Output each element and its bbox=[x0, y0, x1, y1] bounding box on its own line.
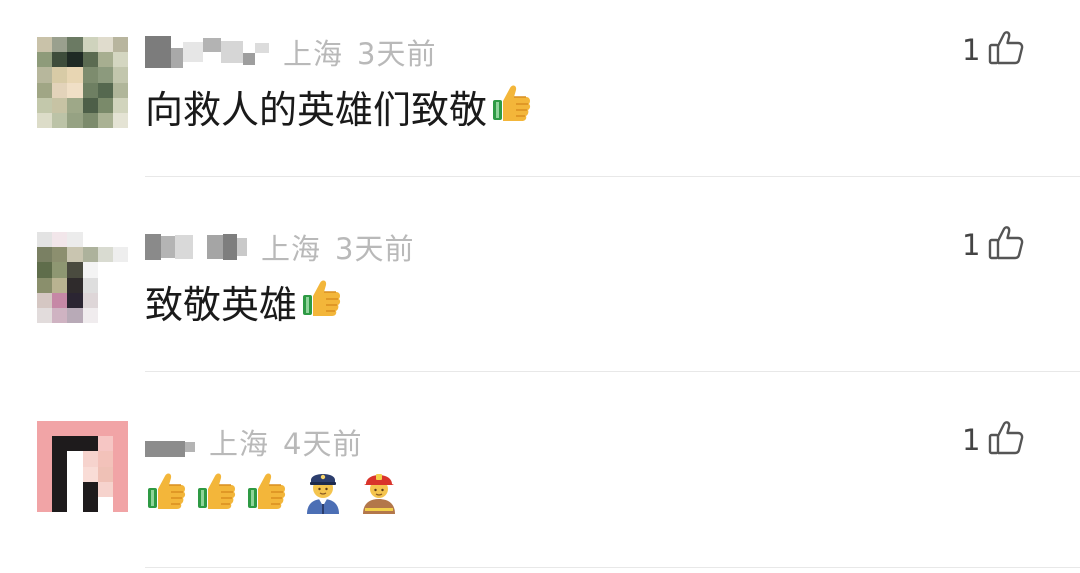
comment-item: 上海 4天前 1 bbox=[0, 390, 1080, 573]
comment-time: 4天前 bbox=[283, 427, 363, 461]
username-redacted[interactable] bbox=[145, 32, 269, 72]
avatar[interactable] bbox=[37, 232, 128, 323]
firefighter-icon bbox=[357, 466, 401, 523]
like-thumb-icon bbox=[988, 420, 1024, 460]
like-thumb-icon bbox=[988, 30, 1024, 70]
comment-text-content: 向救人的英雄们致敬 bbox=[145, 87, 488, 132]
like-button[interactable]: 1 bbox=[962, 28, 1024, 72]
comment-location: 上海 bbox=[261, 232, 322, 266]
police-officer-icon bbox=[301, 466, 345, 523]
like-count: 1 bbox=[962, 423, 981, 457]
divider bbox=[145, 371, 1080, 372]
avatar[interactable] bbox=[37, 37, 128, 128]
like-count: 1 bbox=[962, 228, 981, 262]
username-redacted[interactable] bbox=[145, 422, 195, 462]
comment-meta: 上海 4天前 bbox=[145, 422, 362, 462]
comment-location: 上海 bbox=[209, 427, 270, 461]
thumbs-up-icon bbox=[245, 468, 289, 521]
thumbs-up-icon bbox=[490, 80, 534, 133]
comment-time: 3天前 bbox=[335, 232, 415, 266]
like-thumb-icon bbox=[988, 225, 1024, 265]
comment-location: 上海 bbox=[283, 37, 344, 71]
divider bbox=[145, 176, 1080, 177]
comment-text bbox=[145, 466, 401, 522]
thumbs-up-icon bbox=[195, 468, 239, 521]
avatar[interactable] bbox=[37, 421, 128, 512]
comment-item: 上海 3天前 向救人的英雄们致敬 1 bbox=[0, 0, 1080, 195]
comment-meta: 上海 3天前 bbox=[145, 32, 436, 72]
comment-time: 3天前 bbox=[357, 37, 437, 71]
comment-item: 上海 3天前 致敬英雄 1 bbox=[0, 195, 1080, 390]
like-button[interactable]: 1 bbox=[962, 223, 1024, 267]
comment-text: 致敬英雄 bbox=[145, 273, 344, 329]
comment-text-content: 致敬英雄 bbox=[145, 282, 298, 327]
comment-meta: 上海 3天前 bbox=[145, 227, 414, 267]
thumbs-up-icon bbox=[300, 275, 344, 328]
username-redacted[interactable] bbox=[145, 227, 247, 267]
comment-list: 上海 3天前 向救人的英雄们致敬 1 上海 3天前 致敬英雄 1 上海 4天前 … bbox=[0, 0, 1080, 573]
comment-text: 向救人的英雄们致敬 bbox=[145, 78, 534, 134]
thumbs-up-icon bbox=[145, 468, 189, 521]
like-count: 1 bbox=[962, 33, 981, 67]
divider bbox=[145, 567, 1080, 568]
like-button[interactable]: 1 bbox=[962, 418, 1024, 462]
